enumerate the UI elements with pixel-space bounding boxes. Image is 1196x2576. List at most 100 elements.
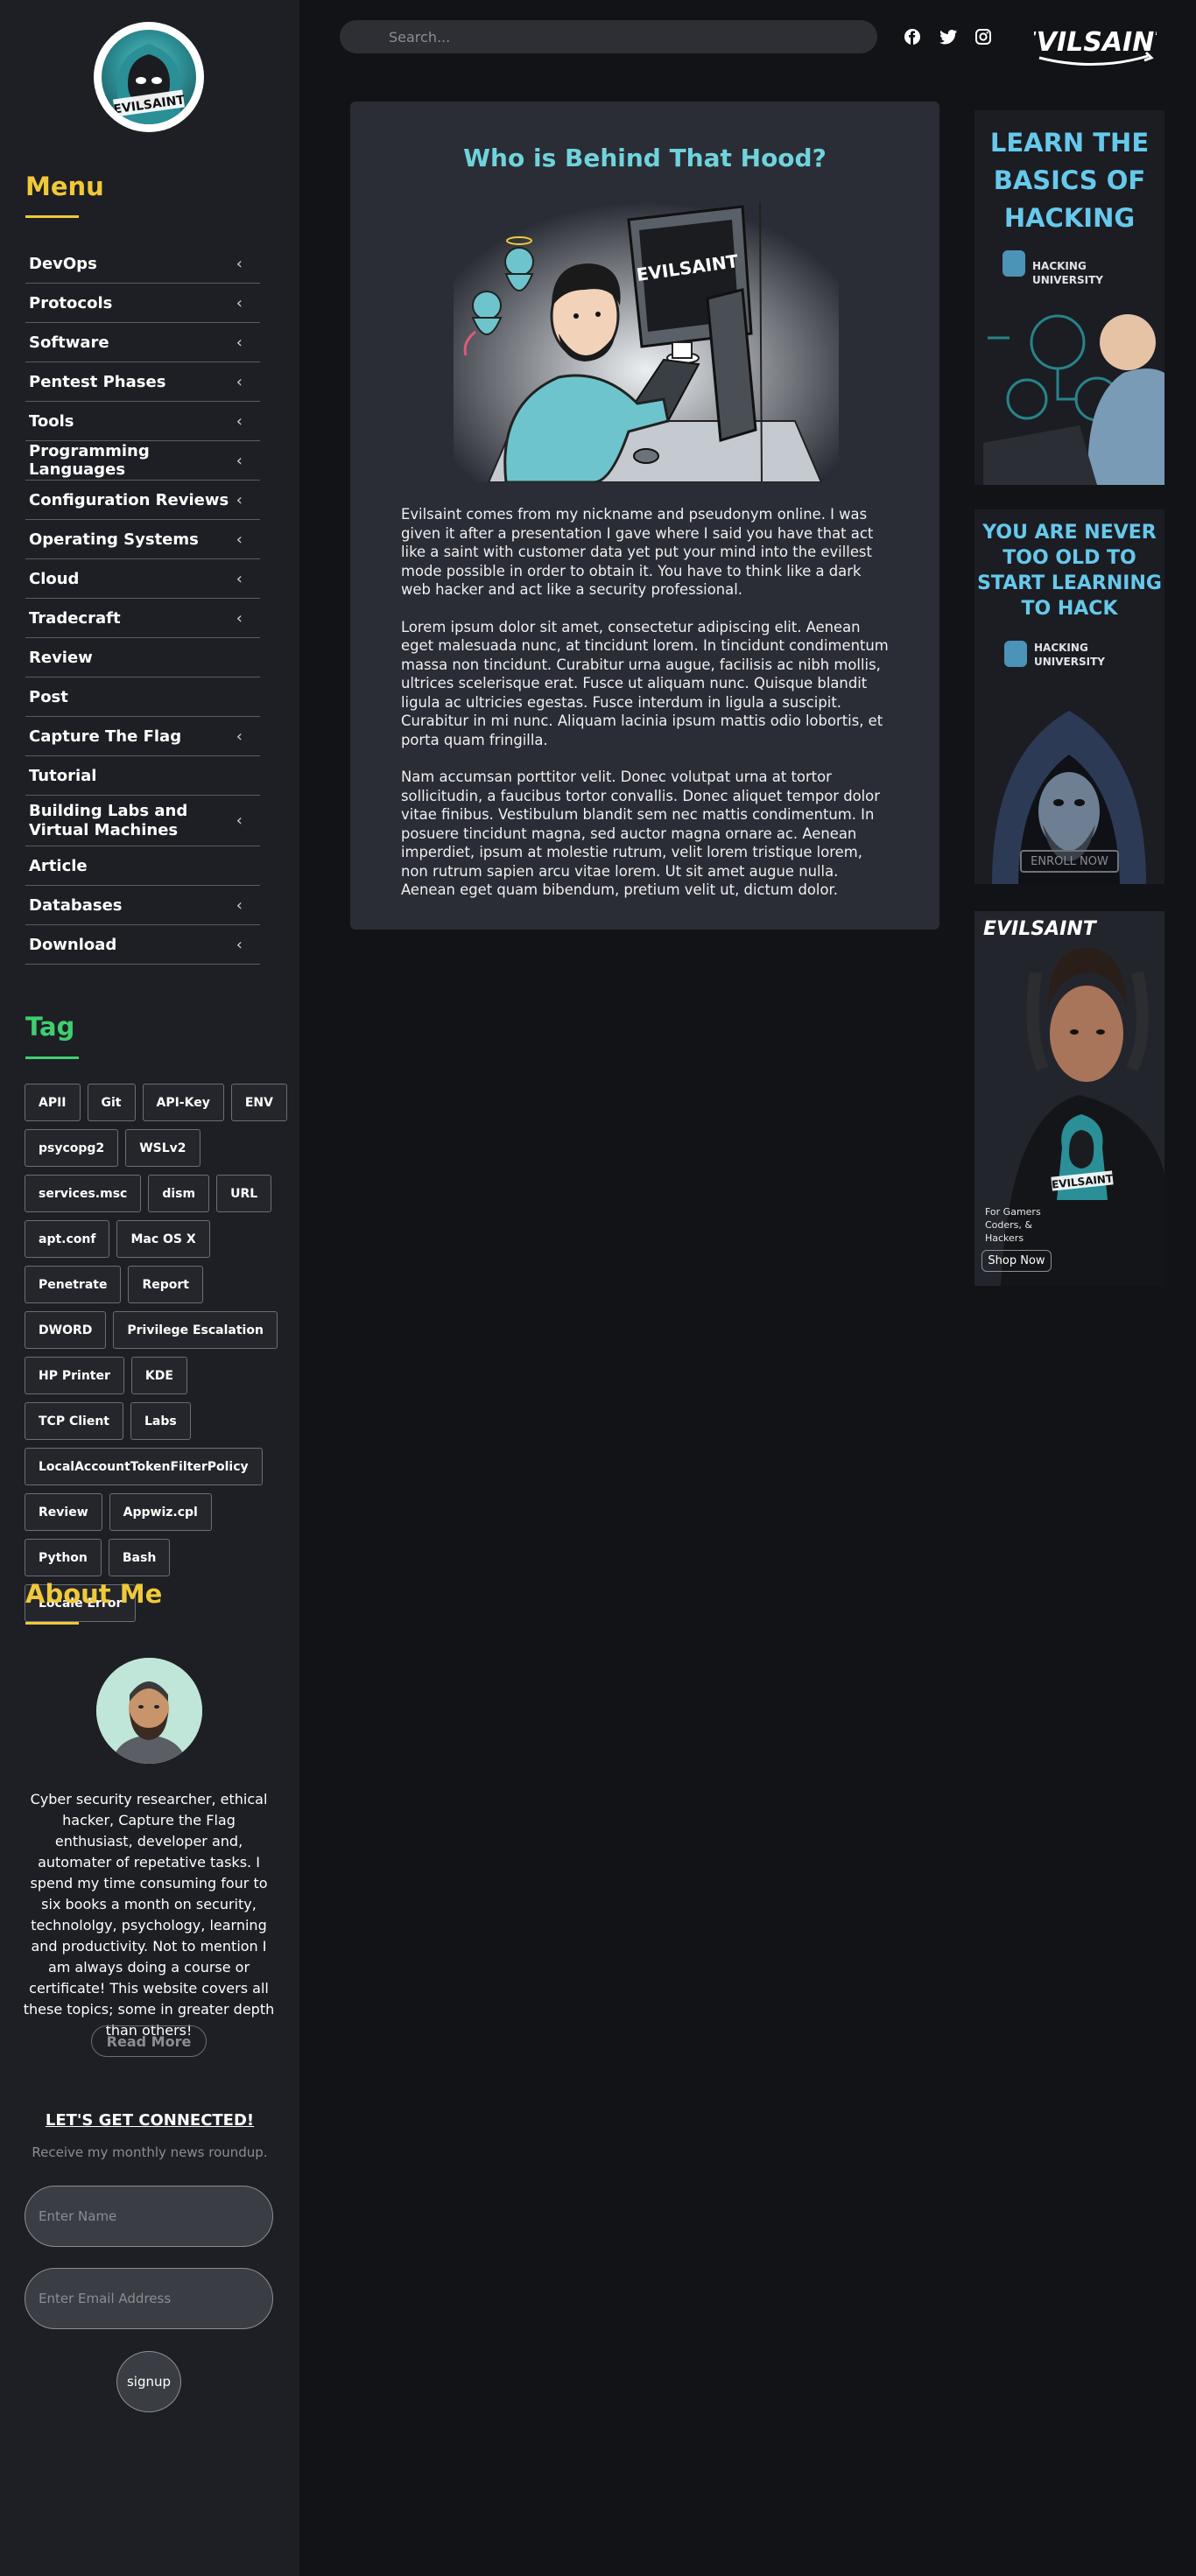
chevron-left-icon[interactable]: ‹	[236, 255, 243, 273]
sidebar-item-tutorial[interactable]: Tutorial	[25, 756, 260, 796]
chevron-left-icon[interactable]: ‹	[236, 452, 243, 470]
tag-chip[interactable]: HP Printer	[25, 1357, 124, 1394]
ad-never-too-old[interactable]: YOU ARE NEVER TOO OLD TO START LEARNING …	[974, 509, 1164, 884]
sidebar-item-capture-the-flag[interactable]: Capture The Flag ‹	[25, 717, 260, 756]
chevron-left-icon[interactable]: ‹	[236, 727, 243, 746]
tag-chip[interactable]: apt.conf	[25, 1220, 110, 1258]
sidebar-item-review[interactable]: Review	[25, 638, 260, 677]
tag-chip[interactable]: Bash	[108, 1539, 171, 1576]
brand-text: EVILSAINT	[1034, 27, 1157, 58]
sidebar-item-databases[interactable]: Databases ‹	[25, 886, 260, 925]
connect-title[interactable]: LET'S GET CONNECTED!	[0, 2111, 299, 2130]
avatar	[96, 1658, 202, 1764]
sidebar-item-building-labs-and-virtual-machines[interactable]: Building Labs and Virtual Machines ‹	[25, 796, 260, 846]
signup-button[interactable]: signup	[116, 2351, 181, 2412]
tag-chip[interactable]: Python	[25, 1539, 102, 1576]
tag-cloud: APII Git API-Key ENV psycopg2 WSLv2 services.m…	[25, 1084, 287, 1622]
facebook-icon[interactable]	[902, 26, 923, 47]
hooded-mascot-icon: EVILSAINT	[102, 30, 196, 124]
sidebar-item-tradecraft[interactable]: Tradecraft ‹	[25, 599, 260, 638]
sidebar-item-operating-systems[interactable]: Operating Systems ‹	[25, 520, 260, 559]
sidebar-item-label: Databases	[29, 895, 123, 915]
sidebar-item-protocols[interactable]: Protocols ‹	[25, 284, 260, 323]
tag-chip[interactable]: APII	[25, 1084, 81, 1121]
chevron-left-icon[interactable]: ‹	[236, 609, 243, 628]
sidebar-item-label: Software	[29, 333, 109, 352]
chevron-left-icon[interactable]: ‹	[236, 530, 243, 549]
sidebar-item-label: Article	[29, 856, 88, 875]
ad3-brand: EVILSAINT	[983, 918, 1096, 940]
sidebar-item-download[interactable]: Download ‹	[25, 925, 260, 965]
sidebar-item-label: Building Labs and Virtual Machines	[29, 801, 188, 839]
sidebar-item-devops[interactable]: DevOps ‹	[25, 244, 260, 284]
chevron-left-icon[interactable]: ‹	[236, 811, 243, 830]
chevron-left-icon[interactable]: ‹	[236, 294, 243, 312]
sidebar-item-label: Post	[29, 687, 68, 706]
sidebar-item-label: Tools	[29, 411, 74, 431]
sidebar-item-label: DevOps	[29, 254, 97, 273]
sidebar-item-post[interactable]: Post	[25, 677, 260, 717]
article-paragraph: Lorem ipsum dolor sit amet, consectetur …	[401, 618, 889, 748]
tag-chip[interactable]: API-Key	[142, 1084, 224, 1121]
connect-subtitle: Receive my monthly news roundup.	[32, 2144, 268, 2160]
tag-chip[interactable]: URL	[216, 1175, 272, 1212]
ad1-headline: LEARN THE BASICS OF HACKING	[989, 128, 1150, 233]
tag-chip[interactable]: psycopg2	[25, 1129, 119, 1167]
shop-now-button[interactable]: Shop Now	[981, 1250, 1052, 1272]
tag-chip[interactable]: Privilege Escalation	[113, 1311, 278, 1349]
sidebar-item-configuration-reviews[interactable]: Configuration Reviews ‹	[25, 481, 260, 520]
chevron-left-icon[interactable]: ‹	[236, 936, 243, 954]
sidebar-item-programming-languages[interactable]: Programming Languages ‹	[25, 441, 260, 481]
sidebar-item-label: Download	[29, 935, 117, 954]
tag-chip[interactable]: Git	[87, 1084, 136, 1121]
tag-chip[interactable]: dism	[148, 1175, 210, 1212]
tag-chip[interactable]: Review	[25, 1493, 102, 1531]
tag-chip[interactable]: WSLv2	[125, 1129, 201, 1167]
twitter-icon[interactable]	[938, 26, 959, 47]
tag-chip[interactable]: services.msc	[25, 1175, 142, 1212]
tag-chip[interactable]: Labs	[130, 1402, 191, 1440]
name-field[interactable]	[25, 2186, 273, 2247]
menu-title-underline	[25, 215, 79, 218]
ad-evilsaint-merch[interactable]: EVILSAINT EVILSAINT For Gamers Coders, &…	[974, 911, 1164, 1286]
hacker-illustration: EVILSAINT	[454, 202, 839, 482]
chevron-left-icon[interactable]: ‹	[236, 412, 243, 431]
search-input[interactable]	[340, 20, 877, 53]
tag-chip[interactable]: TCP Client	[25, 1402, 123, 1440]
menu-title: Menu	[25, 172, 104, 201]
email-field[interactable]	[25, 2268, 273, 2329]
sidebar-item-label: Pentest Phases	[29, 372, 166, 391]
sidebar-item-label: Tradecraft	[29, 608, 121, 628]
sidebar-item-label: Capture The Flag	[29, 726, 182, 746]
site-logo[interactable]: EVILSAINT	[94, 22, 204, 132]
chevron-left-icon[interactable]: ‹	[236, 491, 243, 509]
ad1-brand: HACKING UNIVERSITY	[1032, 260, 1103, 286]
sidebar-item-article[interactable]: Article	[25, 846, 260, 886]
chevron-left-icon[interactable]: ‹	[236, 570, 243, 588]
about-title-underline	[25, 1622, 79, 1625]
sidebar-item-software[interactable]: Software ‹	[25, 323, 260, 362]
tag-chip[interactable]: ENV	[230, 1084, 287, 1121]
sidebar-item-cloud[interactable]: Cloud ‹	[25, 559, 260, 599]
enroll-now-button[interactable]: ENROLL NOW	[1021, 851, 1118, 872]
tag-chip[interactable]: Appwiz.cpl	[109, 1493, 212, 1531]
ad-learn-basics[interactable]: LEARN THE BASICS OF HACKING HACKING UNIV…	[974, 110, 1164, 485]
chevron-left-icon[interactable]: ‹	[236, 373, 243, 391]
sidebar-item-tools[interactable]: Tools ‹	[25, 402, 260, 441]
tag-chip[interactable]: Mac OS X	[116, 1220, 210, 1258]
chevron-left-icon[interactable]: ‹	[236, 896, 243, 915]
ad3-tagline: For Gamers Coders, & Hackers	[985, 1206, 1041, 1244]
tag-chip[interactable]: LocalAccountTokenFilterPolicy	[25, 1448, 263, 1485]
tag-chip[interactable]: KDE	[130, 1357, 187, 1394]
tag-chip[interactable]: Penetrate	[25, 1266, 122, 1303]
tag-chip[interactable]: DWORD	[25, 1311, 107, 1349]
tag-chip[interactable]: Report	[128, 1266, 203, 1303]
ad2-headline: YOU ARE NEVER TOO OLD TO START LEARNING …	[977, 522, 1162, 620]
instagram-icon[interactable]	[973, 26, 994, 47]
sidebar-item-label: Protocols	[29, 293, 113, 312]
read-more-button[interactable]: Read More	[91, 2025, 207, 2057]
about-text: Cyber security researcher, ethical hacke…	[23, 1791, 275, 2039]
sidebar-item-pentest-phases[interactable]: Pentest Phases ‹	[25, 362, 260, 402]
brand-logo[interactable]: EVILSAINT	[1034, 14, 1157, 75]
chevron-left-icon[interactable]: ‹	[236, 333, 243, 352]
